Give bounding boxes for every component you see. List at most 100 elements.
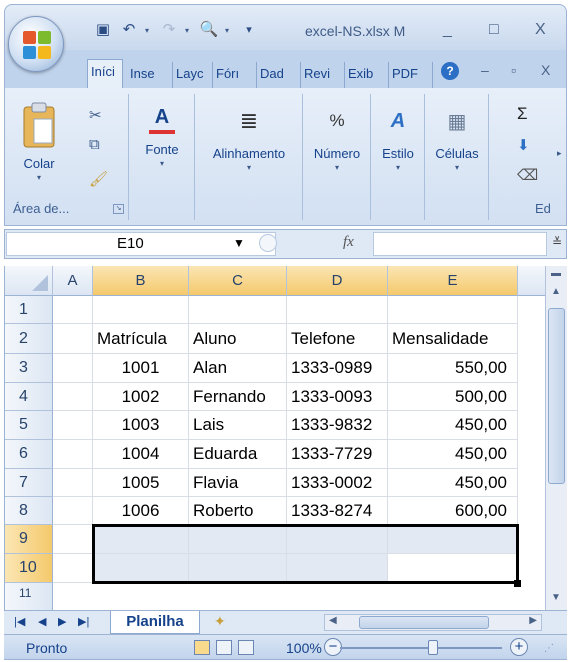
page-break-view-icon[interactable] [238, 640, 254, 655]
row-header-3[interactable]: 3 [5, 354, 53, 383]
next-sheet-icon[interactable]: ▶ [58, 615, 66, 628]
alignment-group[interactable]: ≣ Alinhamento ▾ [195, 94, 303, 220]
row-header-4[interactable]: 4 [5, 383, 53, 411]
cell-b6[interactable]: 1004 [93, 440, 189, 469]
first-sheet-icon[interactable]: |◀ [14, 615, 25, 628]
cell-d9[interactable] [287, 525, 388, 554]
cell-b8[interactable]: 1006 [93, 497, 189, 525]
cell-c2[interactable]: Aluno [189, 324, 287, 354]
cell-b4[interactable]: 1002 [93, 383, 189, 411]
row-header-7[interactable]: 7 [5, 469, 53, 497]
office-button[interactable] [8, 16, 64, 72]
row-header-9[interactable]: 9 [5, 525, 53, 554]
vertical-scrollbar[interactable]: ▬ ▲ ▼ [545, 266, 567, 610]
cut-icon[interactable]: ✂ [89, 106, 102, 124]
sheet-tab-planilha[interactable]: Planilha [110, 611, 200, 634]
row-header-11[interactable]: 11 [5, 583, 53, 610]
cell-e7[interactable]: 450,00 [388, 469, 518, 497]
cells-group[interactable]: ▦ Células ▾ [425, 94, 489, 220]
formula-bar-expand-icon[interactable]: ≚ [552, 235, 562, 249]
help-icon[interactable]: ? [441, 62, 459, 80]
name-box-dropdown-icon[interactable]: ▼ [233, 236, 245, 250]
cell-b9[interactable] [93, 525, 189, 554]
scroll-split-icon[interactable]: ▬ [551, 268, 561, 279]
number-group[interactable]: % Número ▾ [303, 94, 371, 220]
prev-sheet-icon[interactable]: ◀ [38, 615, 46, 628]
cell-e4[interactable]: 500,00 [388, 383, 518, 411]
cell-e10-active[interactable] [388, 554, 518, 583]
normal-view-icon[interactable] [194, 640, 210, 655]
insert-function-button[interactable]: fx [343, 234, 354, 251]
zoom-in-button[interactable]: + [510, 638, 528, 656]
cell-c7[interactable]: Flavia [189, 469, 287, 497]
column-header-a[interactable]: A [53, 266, 93, 296]
save-icon[interactable]: ▣ [93, 21, 113, 39]
last-sheet-icon[interactable]: ▶| [78, 615, 89, 628]
cell-d7[interactable]: 1333-0002 [287, 469, 388, 497]
ribbon-minimize-button[interactable]: – [481, 62, 489, 78]
font-group[interactable]: A Fonte ▾ [129, 94, 195, 220]
clear-icon[interactable]: ⌫ [517, 166, 538, 184]
cell-d3[interactable]: 1333-0989 [287, 354, 388, 383]
cell-e6[interactable]: 450,00 [388, 440, 518, 469]
ribbon-restore-button[interactable]: ▫ [511, 62, 516, 78]
scroll-left-icon[interactable]: ◀ [329, 615, 337, 626]
tab-exibicao[interactable]: Exib [345, 62, 389, 88]
redo-dropdown-icon[interactable]: ▾ [185, 26, 193, 35]
cell-c10[interactable] [189, 554, 287, 583]
fill-handle[interactable] [514, 580, 521, 587]
cell-e9[interactable] [388, 525, 518, 554]
cell-d5[interactable]: 1333-9832 [287, 411, 388, 440]
tab-layout[interactable]: Layc [173, 62, 213, 88]
cell-e8[interactable]: 600,00 [388, 497, 518, 525]
cell-c9[interactable] [189, 525, 287, 554]
cell-b1[interactable] [93, 296, 189, 324]
cell-c3[interactable]: Alan [189, 354, 287, 383]
editing-more-icon[interactable]: ▸ [557, 148, 562, 159]
scroll-down-icon[interactable]: ▼ [551, 592, 561, 603]
cell-b7[interactable]: 1005 [93, 469, 189, 497]
row-header-6[interactable]: 6 [5, 440, 53, 469]
horizontal-scroll-thumb[interactable] [359, 616, 489, 629]
cell-a8[interactable] [53, 497, 93, 525]
cell-e2[interactable]: Mensalidade [388, 324, 518, 354]
cell-c8[interactable]: Roberto [189, 497, 287, 525]
zoom-slider-thumb[interactable] [428, 640, 438, 655]
cell-a6[interactable] [53, 440, 93, 469]
cell-d1[interactable] [287, 296, 388, 324]
row-header-10[interactable]: 10 [5, 554, 53, 583]
cell-b10[interactable] [93, 554, 189, 583]
redo-icon[interactable]: ↷ [159, 21, 179, 39]
cell-d10[interactable] [287, 554, 388, 583]
scroll-right-icon[interactable]: ▶ [529, 615, 537, 626]
format-painter-icon[interactable]: 🖌 [89, 170, 108, 188]
formula-bar-handle-icon[interactable] [259, 234, 277, 252]
cell-a9[interactable] [53, 525, 93, 554]
cell-b5[interactable]: 1003 [93, 411, 189, 440]
paste-dropdown-icon[interactable]: ▾ [13, 173, 65, 182]
column-header-b[interactable]: B [93, 266, 189, 296]
cell-a10[interactable] [53, 554, 93, 583]
cell-c6[interactable]: Eduarda [189, 440, 287, 469]
cell-d6[interactable]: 1333-7729 [287, 440, 388, 469]
style-group[interactable]: A Estilo ▾ [371, 94, 425, 220]
undo-icon[interactable]: ↶ [119, 21, 139, 39]
print-preview-dropdown-icon[interactable]: ▾ [225, 26, 233, 35]
ribbon-close-button[interactable]: X [541, 62, 550, 78]
close-button[interactable]: X [535, 21, 546, 39]
row-header-5[interactable]: 5 [5, 411, 53, 440]
clipboard-launcher-icon[interactable]: ↘ [113, 204, 124, 214]
cell-a7[interactable] [53, 469, 93, 497]
undo-dropdown-icon[interactable]: ▾ [145, 26, 153, 35]
tab-formulas[interactable]: Fórı [213, 62, 257, 88]
tab-revisao[interactable]: Revi [301, 62, 345, 88]
zoom-slider-track[interactable] [340, 647, 502, 649]
resize-grip-icon[interactable]: ⋰ [544, 643, 554, 654]
worksheet-grid[interactable]: A B C D E 1 2 3 4 5 6 7 8 9 10 11 Matríc… [4, 266, 545, 610]
customize-toolbar-icon[interactable]: ▾ [239, 21, 259, 39]
scroll-up-icon[interactable]: ▲ [551, 286, 561, 297]
vertical-scroll-thumb[interactable] [548, 308, 565, 484]
autosum-icon[interactable]: Σ [517, 104, 528, 124]
cell-a4[interactable] [53, 383, 93, 411]
tab-inicio[interactable]: Iníci [87, 59, 123, 89]
